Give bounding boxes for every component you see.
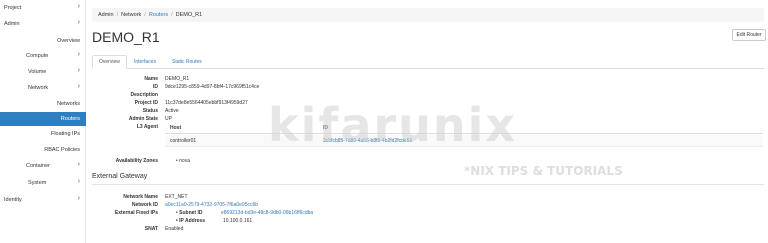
snat-value: Enabled xyxy=(165,226,184,232)
sidebar-item-label: Identity xyxy=(4,197,22,203)
sidebar-item-label: RBAC Policies xyxy=(44,147,80,153)
table-header: Host ID xyxy=(165,122,763,134)
chevron-right-icon: › xyxy=(77,3,80,10)
sidebar-item-project[interactable]: Project › xyxy=(0,1,86,15)
network-id-label: Network ID xyxy=(131,202,158,208)
name-value: DEMO_R1 xyxy=(165,76,190,82)
column-header-id: ID xyxy=(323,125,328,131)
tab-bar: Overview Interfaces Static Routes xyxy=(92,55,764,69)
tab-static-routes[interactable]: Static Routes xyxy=(166,55,208,69)
sidebar-item-label: Networks xyxy=(57,101,80,107)
sidebar-item-label: Network xyxy=(28,85,49,91)
sidebar-item-networks[interactable]: Networks xyxy=(0,97,86,111)
chevron-right-icon: › xyxy=(77,51,80,58)
external-gateway-heading: External Gateway xyxy=(92,173,148,180)
sidebar-item-admin[interactable]: Admin › xyxy=(0,17,86,31)
watermark-tagline: *NIX TIPS & TUTORIALS xyxy=(464,164,623,178)
breadcrumb-separator: / xyxy=(144,12,146,18)
chevron-right-icon: › xyxy=(77,161,80,168)
sidebar-item-label: Volume xyxy=(28,69,47,75)
subnet-id-label-text: Subnet ID xyxy=(179,210,203,216)
chevron-down-icon: › xyxy=(77,19,80,26)
network-name-label: Network Name xyxy=(123,194,158,200)
sidebar-item-floating-ips[interactable]: Floating IPs xyxy=(0,127,86,141)
chevron-right-icon: › xyxy=(77,178,80,185)
breadcrumb-item-network: Network xyxy=(121,12,142,18)
description-label: Description xyxy=(130,92,158,98)
watermark: kifarunix *NIX TIPS & TUTORIALS xyxy=(268,98,628,228)
sidebar-item-label: Routers xyxy=(60,116,80,122)
subnet-id-link[interactable]: e869213d-bd3e-48c8-9db0-06b16ff6cdba xyxy=(221,210,313,216)
ip-address-label-text: IP Address xyxy=(179,218,205,224)
sidebar-item-routers[interactable]: Routers xyxy=(0,112,86,126)
status-value: Active xyxy=(165,108,179,114)
sidebar-item-label: Overview xyxy=(57,38,80,44)
sidebar-item-network[interactable]: Network › xyxy=(0,81,86,95)
sidebar-item-container[interactable]: Container › xyxy=(0,159,86,173)
breadcrumb-separator: / xyxy=(116,12,119,18)
tab-interfaces[interactable]: Interfaces xyxy=(128,55,162,69)
external-fixed-ips-label: External Fixed IPs xyxy=(114,210,158,216)
snat-label: SNAT xyxy=(144,226,158,232)
sidebar-item-label: System xyxy=(28,180,47,186)
sidebar-item-label: Project xyxy=(4,5,22,11)
status-label: Status xyxy=(142,108,158,114)
project-id-label: Project ID xyxy=(134,100,158,106)
l3-agent-table: Host ID controller01 3c5fcb85-7d89-4a56-… xyxy=(165,122,763,152)
breadcrumb-item-routers[interactable]: Routers xyxy=(149,12,168,18)
sidebar-item-volume[interactable]: Volume › xyxy=(0,65,86,79)
sidebar-item-label: Admin xyxy=(4,21,20,27)
sidebar-item-label: Floating IPs xyxy=(50,131,80,137)
network-id-link[interactable]: a0ec11a0-2579-4732-9705-7f6a0e95cc6b xyxy=(165,202,258,208)
availability-zone-text: nova xyxy=(179,158,190,164)
breadcrumb-item-current: DEMO_R1 xyxy=(175,12,203,18)
sidebar-item-rbac-policies[interactable]: RBAC Policies xyxy=(0,143,86,157)
chevron-down-icon: › xyxy=(77,83,80,90)
name-label: Name xyxy=(144,76,158,82)
sidebar-item-compute[interactable]: Compute › xyxy=(0,49,86,63)
tab-overview[interactable]: Overview xyxy=(92,55,127,69)
agent-host-cell: controller01 xyxy=(170,138,197,144)
subnet-id-label: • Subnet ID xyxy=(176,210,203,216)
ip-address-label: • IP Address xyxy=(176,218,205,224)
sidebar-item-identity[interactable]: Identity › xyxy=(0,193,86,207)
chevron-right-icon: › xyxy=(77,67,80,74)
breadcrumb: Admin / Network / Routers / DEMO_R1 xyxy=(92,8,764,22)
chevron-right-icon: › xyxy=(77,195,80,202)
breadcrumb-item-admin: Admin xyxy=(98,12,114,18)
table-row: controller01 3c5fcb85-7d89-4a56-b8f8-4b2… xyxy=(165,135,763,147)
sidebar-item-label: Container xyxy=(26,163,50,169)
agent-id-link[interactable]: 3c5fcb85-7d89-4a56-b8f8-4b2fd2fcde56 xyxy=(323,138,412,144)
sidebar-item-overview[interactable]: Overview xyxy=(0,34,86,48)
admin-state-label: Admin State xyxy=(128,116,158,122)
sidebar-item-system[interactable]: System › xyxy=(0,176,86,190)
divider xyxy=(92,184,764,185)
ip-address-value: 10.100.0.161 xyxy=(223,218,253,224)
project-id-value: 11c37de8e5564405ebbf913f4959d27 xyxy=(165,100,248,106)
sidebar: Project › Admin › Overview Compute › Vol… xyxy=(0,0,86,243)
id-value: 9dce1295-c859-4d97-8bf4-17c969f51c4ce xyxy=(165,84,260,90)
column-header-host: Host xyxy=(170,125,182,131)
l3-agent-label: L3 Agent xyxy=(136,124,158,130)
edit-router-button[interactable]: Edit Router xyxy=(732,29,766,41)
id-label: ID xyxy=(153,84,158,90)
breadcrumb-separator: / xyxy=(171,12,173,18)
availability-zones-label: Availability Zones xyxy=(115,158,158,164)
sidebar-item-label: Compute xyxy=(26,53,49,59)
page-title: DEMO_R1 xyxy=(92,29,160,45)
availability-zone-value: • nova xyxy=(176,158,190,164)
network-name-value: EXT_NET xyxy=(165,194,188,200)
